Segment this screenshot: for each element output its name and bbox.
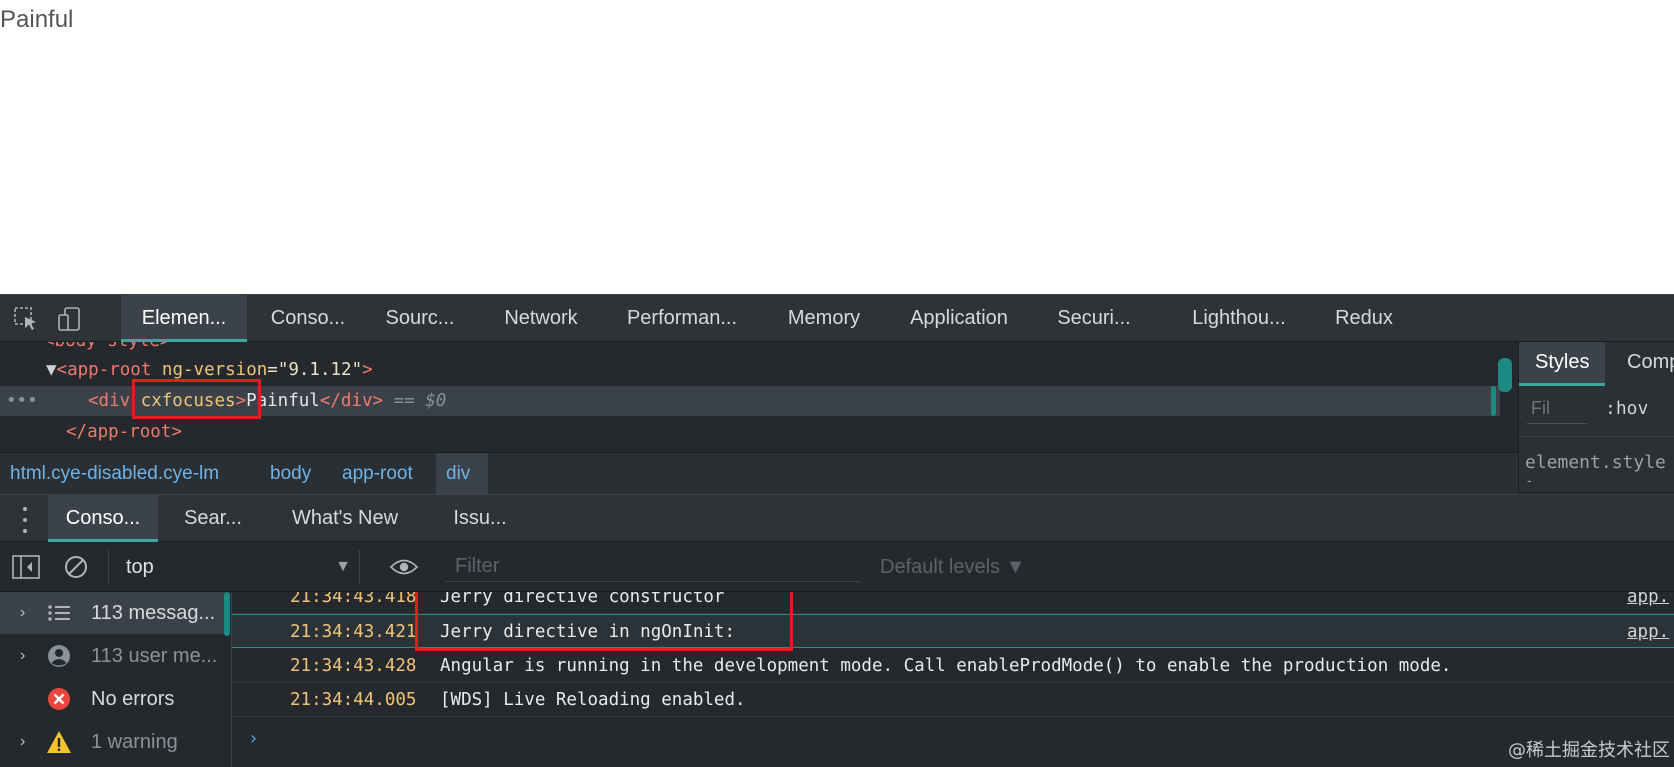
drawer-tab-whats-new[interactable]: What's New	[280, 495, 410, 542]
watermark: @稀土掘金技术社区	[1508, 740, 1670, 761]
sidebar-selection-marker	[224, 592, 230, 636]
devtools-panel: Elemen... Conso... Sourc... Network Perf…	[0, 294, 1674, 767]
drawer-menu-icon[interactable]	[20, 507, 30, 533]
user-icon	[46, 644, 72, 668]
chevron-right-icon: ›	[20, 647, 26, 664]
tab-memory[interactable]: Memory	[776, 295, 872, 342]
context-selector[interactable]: top ▼	[110, 550, 360, 584]
element-style-dash: -	[1527, 472, 1532, 488]
hover-state-toggle[interactable]: :hov	[1605, 398, 1648, 419]
chevron-down-icon: ▼	[335, 558, 351, 575]
tab-security[interactable]: Securi...	[1046, 295, 1142, 342]
tab-computed[interactable]: Comp	[1611, 342, 1674, 386]
styles-pane: Styles Comp :hov element.style -	[1518, 342, 1674, 492]
console-prompt[interactable]: ›	[248, 728, 259, 749]
drawer-tab-console[interactable]: Conso...	[48, 495, 158, 542]
devtools-tabbar: Elemen... Conso... Sourc... Network Perf…	[0, 294, 1674, 342]
tab-performance[interactable]: Performan...	[614, 295, 750, 342]
page-viewport: Painful	[0, 0, 1674, 294]
log-levels-dropdown[interactable]: Default levels ▼	[880, 550, 1025, 584]
drawer-tabbar: Conso... Sear... What's New Issu...	[0, 494, 1674, 542]
expand-triangle-icon[interactable]: ▼	[46, 360, 57, 380]
console-filter-input[interactable]	[445, 552, 860, 582]
tree-node-body[interactable]: <body style>	[44, 342, 170, 356]
console-messages: 21:34:43.418 Jerry directive constructor…	[232, 592, 1674, 767]
breadcrumb-app-root[interactable]: app-root	[332, 453, 423, 495]
tab-redux[interactable]: Redux	[1322, 295, 1406, 342]
message-source-link[interactable]: app.	[1627, 592, 1669, 614]
tree-scrollbar[interactable]	[1498, 358, 1512, 392]
node-ellipsis[interactable]: •••	[6, 386, 38, 416]
tab-lighthouse[interactable]: Lighthou...	[1180, 295, 1298, 342]
tab-application[interactable]: Application	[896, 295, 1022, 342]
styles-filter-input[interactable]	[1527, 394, 1587, 424]
tab-console[interactable]: Conso...	[258, 295, 358, 342]
chevron-right-icon: ›	[20, 733, 26, 750]
error-icon	[46, 687, 72, 711]
device-toolbar-icon[interactable]	[56, 305, 84, 333]
sidebar-item-warnings[interactable]: › 1 warning	[0, 721, 225, 763]
page-text: Painful	[0, 6, 74, 33]
elements-tree: <body style> ▼<app-root ng-version="9.1.…	[0, 342, 1518, 452]
tab-elements[interactable]: Elemen...	[121, 295, 247, 342]
inspect-element-icon[interactable]	[12, 305, 40, 333]
message-source-link[interactable]: app.	[1627, 615, 1669, 649]
warning-icon	[46, 730, 72, 754]
tree-node-app-root-close[interactable]: </app-root>	[66, 417, 182, 447]
console-toolbar: top ▼ Default levels ▼	[0, 542, 1674, 592]
drawer-tab-search[interactable]: Sear...	[166, 495, 260, 542]
breadcrumb: html.cye-disabled.cye-lm body app-root d…	[0, 452, 1518, 495]
breadcrumb-html[interactable]: html.cye-disabled.cye-lm	[0, 453, 229, 495]
sidebar-item-user-messages[interactable]: › 113 user me...	[0, 635, 225, 677]
console-sidebar: › 113 messag... › 113 user me... No erro…	[0, 592, 232, 767]
console-message[interactable]: 21:34:43.428 Angular is running in the d…	[232, 649, 1674, 683]
tab-styles[interactable]: Styles	[1519, 342, 1606, 386]
element-style-rule[interactable]: element.style	[1525, 452, 1666, 473]
sidebar-item-errors[interactable]: No errors	[0, 678, 225, 720]
sidebar-toggle-icon[interactable]	[12, 553, 40, 581]
chevron-right-icon: ›	[20, 604, 26, 621]
tree-scroll-marker	[1491, 386, 1496, 416]
highlight-box-lifecycle-logs	[415, 592, 793, 651]
highlight-box-directive	[132, 379, 261, 419]
breadcrumb-body[interactable]: body	[260, 453, 321, 495]
clear-console-icon[interactable]	[62, 553, 90, 581]
live-expression-eye-icon[interactable]	[390, 553, 418, 581]
toolbar-divider	[108, 550, 109, 584]
console-message[interactable]: 21:34:44.005 [WDS] Live Reloading enable…	[232, 683, 1674, 717]
sidebar-item-messages[interactable]: › 113 messag...	[0, 592, 225, 634]
breadcrumb-div[interactable]: div	[436, 453, 488, 495]
styles-divider	[1519, 436, 1674, 437]
tab-sources[interactable]: Sourc...	[372, 295, 468, 342]
tab-network[interactable]: Network	[490, 295, 592, 342]
list-icon	[46, 601, 72, 625]
drawer-tab-issues[interactable]: Issu...	[440, 495, 520, 542]
